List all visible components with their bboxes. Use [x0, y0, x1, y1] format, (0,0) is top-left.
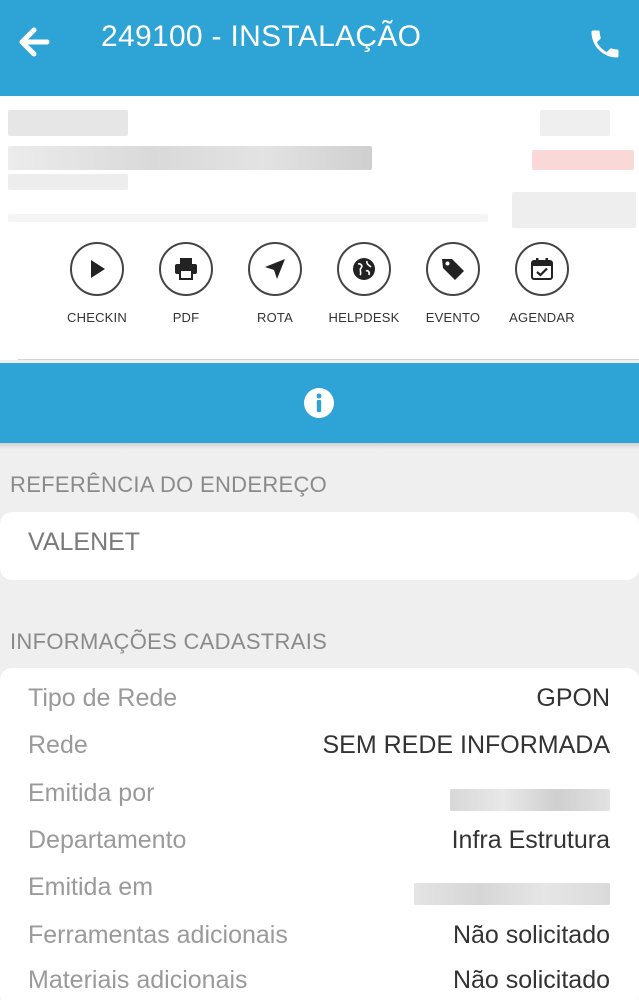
info-label: Materiais adicionais — [28, 966, 248, 994]
globe-icon — [353, 258, 375, 280]
action-toolbar: CHECKIN PDF ROTA HELPDESK EVENTO AGENDAR — [0, 242, 639, 342]
helpdesk-label: HELPDESK — [328, 310, 400, 325]
printer-icon — [175, 258, 197, 280]
info-label: Tipo de Rede — [28, 684, 178, 712]
checkin-label: CHECKIN — [67, 310, 127, 325]
pdf-button[interactable]: PDF — [141, 242, 231, 325]
helpdesk-button[interactable]: HELPDESK — [319, 242, 409, 325]
redacted-top-right — [540, 110, 610, 136]
redacted-line-faint — [8, 214, 488, 222]
redacted-issue-date — [414, 883, 610, 905]
rota-label: ROTA — [257, 310, 293, 325]
evento-button[interactable]: EVENTO — [408, 242, 498, 325]
redacted-bottom-right — [512, 192, 636, 228]
navigation-icon — [265, 259, 285, 279]
address-reference-value: VALENET — [28, 528, 141, 556]
info-value: GPON — [536, 684, 610, 712]
tag-icon — [442, 259, 464, 280]
redacted-customer-detail — [8, 174, 128, 190]
rota-button[interactable]: ROTA — [230, 242, 320, 325]
info-bar-shadow — [0, 443, 639, 449]
calendar-check-icon — [531, 258, 553, 280]
info-value: Não solicitado — [452, 921, 610, 949]
address-reference-panel: VALENET — [0, 512, 639, 580]
registration-info-panel: Tipo de Rede GPON Rede SEM REDE INFORMAD… — [0, 668, 639, 1000]
agendar-label: AGENDAR — [509, 310, 575, 325]
info-label: Emitida por — [28, 779, 155, 807]
app-bar: 249100 - INSTALAÇÃO — [0, 0, 639, 96]
divider — [18, 359, 639, 360]
info-icon — [304, 388, 334, 418]
registration-info-title: INFORMAÇÕES CADASTRAIS — [10, 629, 328, 654]
info-value: Não solicitado — [452, 966, 610, 994]
evento-label: EVENTO — [425, 310, 481, 325]
info-label: Departamento — [28, 826, 187, 854]
redacted-issuer — [450, 789, 610, 811]
info-row-emitida-em: Emitida em — [28, 873, 610, 913]
info-row-rede: Rede SEM REDE INFORMADA — [28, 731, 610, 771]
info-row-materiais-adicionais: Materiais adicionais Não solicitado — [28, 966, 610, 1000]
info-row-tipo-de-rede: Tipo de Rede GPON — [28, 684, 610, 724]
info-value: SEM REDE INFORMADA — [322, 731, 610, 759]
info-label: Emitida em — [28, 873, 154, 901]
info-row-departamento: Departamento Infra Estrutura — [28, 826, 610, 866]
info-label: Ferramentas adicionais — [28, 921, 288, 949]
phone-icon[interactable] — [587, 26, 623, 62]
checkin-button[interactable]: CHECKIN — [52, 242, 142, 325]
address-reference-title: REFERÊNCIA DO ENDEREÇO — [10, 472, 328, 497]
pdf-label: PDF — [172, 310, 200, 325]
agendar-button[interactable]: AGENDAR — [497, 242, 587, 325]
redacted-customer-address — [8, 146, 372, 170]
info-label: Rede — [28, 731, 88, 759]
info-row-ferramentas-adicionais: Ferramentas adicionais Não solicitado — [28, 921, 610, 961]
redacted-status-badge — [532, 150, 634, 170]
info-bar[interactable] — [0, 363, 639, 443]
redacted-customer-name — [8, 110, 128, 136]
arrow-left-icon[interactable] — [16, 24, 52, 60]
play-icon — [91, 260, 105, 278]
info-value: Infra Estrutura — [451, 826, 610, 854]
info-row-emitida-por: Emitida por — [28, 779, 610, 819]
page-title: 249100 - INSTALAÇÃO — [101, 20, 422, 53]
